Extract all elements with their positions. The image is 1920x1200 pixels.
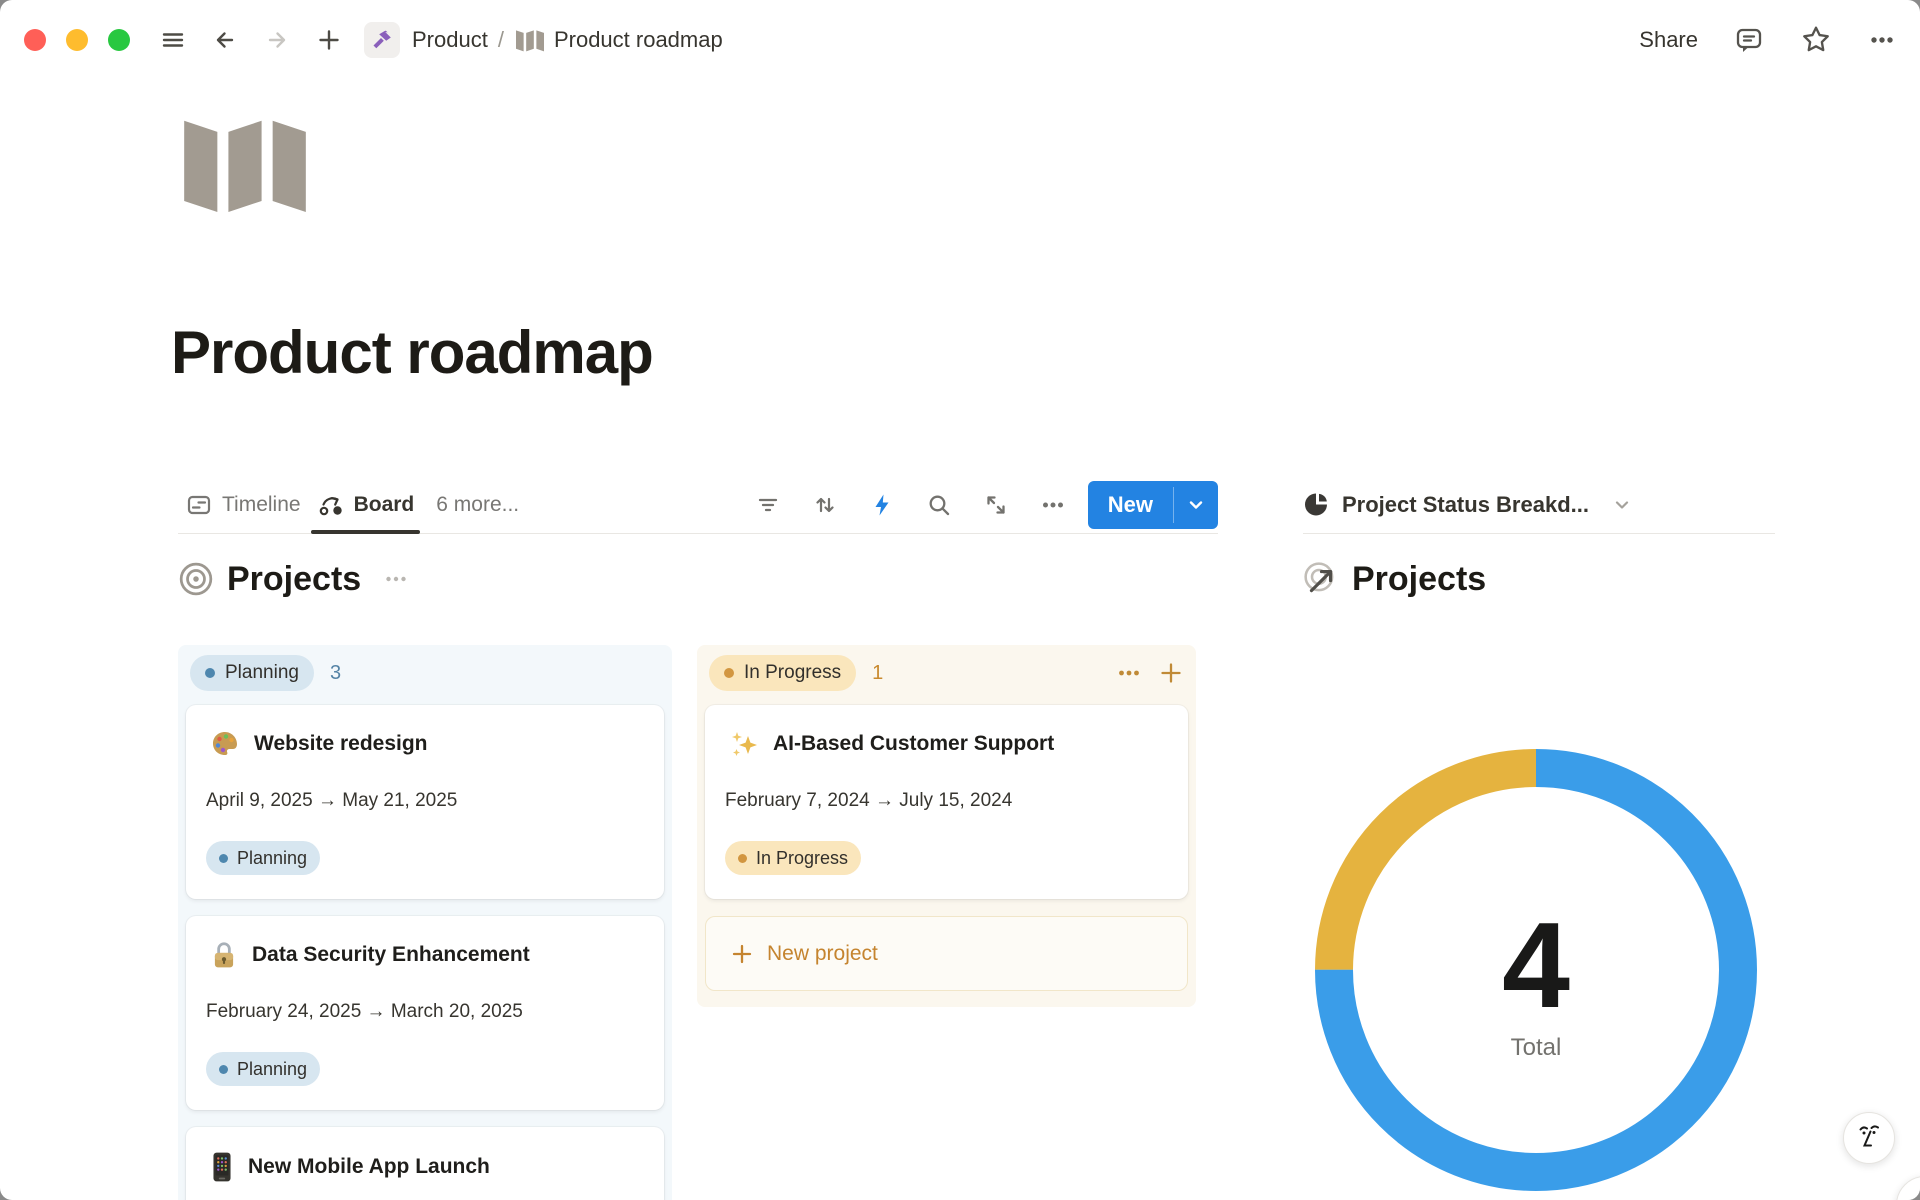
chart-toolbar: Project Status Breakd...	[1303, 476, 1775, 534]
zoom-button[interactable]	[108, 29, 130, 51]
card-date-range: February 24, 2025 → March 20, 2025	[206, 1000, 644, 1024]
hammer-icon	[371, 29, 393, 51]
artist-palette-icon	[210, 729, 240, 759]
card-status-label: In Progress	[756, 848, 848, 869]
more-options-icon[interactable]	[1868, 26, 1896, 54]
close-button[interactable]	[24, 29, 46, 51]
share-button[interactable]: Share	[1639, 27, 1698, 53]
card-title: New Mobile App Launch	[248, 1153, 490, 1181]
timeline-view-icon	[186, 492, 212, 518]
status-dot	[219, 854, 228, 863]
chart-section-header: Projects	[1303, 556, 1486, 602]
topbar-actions: Share	[1639, 24, 1896, 56]
tab-board[interactable]: Board	[309, 476, 423, 533]
plus-icon	[730, 942, 754, 966]
favorite-star-icon[interactable]	[1800, 24, 1832, 56]
chart-section-title: Projects	[1352, 560, 1486, 599]
page-title[interactable]: Product roadmap	[171, 318, 653, 387]
card-title: Website redesign	[254, 730, 428, 758]
card-status-tag: Planning	[206, 1052, 320, 1086]
mobile-phone-icon	[210, 1151, 234, 1183]
project-card-ai-support[interactable]: AI-Based Customer Support February 7, 20…	[705, 705, 1188, 899]
project-card-website-redesign[interactable]: Website redesign April 9, 2025 → May 21,…	[186, 705, 664, 899]
view-more-options-icon[interactable]	[1040, 492, 1066, 518]
view-toolbar: Timeline Board 6 more...	[178, 476, 1218, 534]
card-date-range: February 7, 2024 → July 15, 2024	[725, 789, 1168, 813]
status-dot	[219, 1065, 228, 1074]
status-dot	[738, 854, 747, 863]
filter-icon[interactable]	[755, 492, 781, 518]
card-date-range: April 9, 2025 → May 21, 2025	[206, 789, 644, 813]
group-pill-planning[interactable]: Planning	[190, 655, 314, 691]
card-status-label: Planning	[237, 1059, 307, 1080]
chart-view-selector-label: Project Status Breakd...	[1342, 492, 1589, 518]
more-views-link[interactable]: 6 more...	[436, 493, 519, 517]
status-dot	[205, 668, 215, 678]
group-label: In Progress	[744, 662, 841, 684]
automations-lightning-icon[interactable]	[869, 492, 895, 518]
project-card-mobile-app[interactable]: New Mobile App Launch May 1, 2025 → May …	[186, 1127, 664, 1200]
map-icon-small	[516, 29, 544, 52]
tab-timeline[interactable]: Timeline	[178, 476, 309, 533]
column-header-in-progress: In Progress 1	[705, 653, 1188, 693]
column-more-options-icon[interactable]	[1116, 660, 1142, 686]
chart-view-selector[interactable]: Project Status Breakd...	[1303, 491, 1633, 518]
window-topbar: Product / Product roadmap Share	[0, 0, 1920, 80]
new-project-label: New project	[767, 942, 878, 966]
notion-window: Product / Product roadmap Share	[0, 0, 1920, 1200]
forward-icon[interactable]	[260, 23, 294, 57]
board-column-in-progress: In Progress 1 AI-Based Customer Suppor	[697, 645, 1196, 1007]
comments-icon[interactable]	[1734, 25, 1764, 55]
floating-button-partial[interactable]	[1896, 1176, 1920, 1200]
sidebar-toggle-icon[interactable]	[156, 23, 190, 57]
new-button-label: New	[1088, 481, 1173, 529]
board-section-title: Projects	[227, 560, 361, 599]
column-count: 3	[330, 662, 341, 685]
new-tab-icon[interactable]	[312, 23, 346, 57]
column-add-card-icon[interactable]	[1158, 660, 1184, 686]
back-icon[interactable]	[208, 23, 242, 57]
column-count: 1	[872, 662, 883, 685]
card-title: Data Security Enhancement	[252, 941, 530, 969]
status-dot	[724, 668, 734, 678]
column-header-actions	[1116, 660, 1184, 686]
tab-board-label: Board	[354, 493, 415, 517]
minimize-button[interactable]	[66, 29, 88, 51]
expand-icon[interactable]	[983, 492, 1009, 518]
linked-target-arrow-icon	[1303, 561, 1339, 597]
workspace-icon[interactable]	[364, 22, 400, 58]
board-section-header: Projects	[178, 556, 408, 602]
page-icon-map[interactable]	[184, 118, 306, 212]
tab-timeline-label: Timeline	[222, 493, 301, 517]
lock-icon	[210, 940, 238, 970]
pie-chart-icon	[1303, 491, 1330, 518]
board-column-planning: Planning 3 Website redesign April 9, 202…	[178, 645, 672, 1200]
card-status-tag: Planning	[206, 841, 320, 875]
new-button[interactable]: New	[1088, 481, 1218, 529]
board-section-menu-icon[interactable]	[384, 567, 408, 591]
breadcrumb-current[interactable]: Product roadmap	[554, 27, 723, 53]
board-view-icon	[317, 491, 344, 518]
notion-ai-face-button[interactable]	[1843, 1112, 1895, 1164]
new-project-button[interactable]: New project	[705, 916, 1188, 991]
target-icon	[178, 561, 214, 597]
sparkles-icon	[729, 729, 759, 759]
traffic-lights	[24, 29, 130, 51]
card-status-label: Planning	[237, 848, 307, 869]
project-card-data-security[interactable]: Data Security Enhancement February 24, 2…	[186, 916, 664, 1110]
card-status-tag: In Progress	[725, 841, 861, 875]
group-pill-in-progress[interactable]: In Progress	[709, 655, 856, 691]
chart-selector-chevron-down-icon	[1611, 494, 1633, 516]
ai-face-icon	[1854, 1121, 1884, 1155]
group-label: Planning	[225, 662, 299, 684]
new-button-chevron-down-icon[interactable]	[1174, 481, 1218, 529]
search-icon[interactable]	[926, 492, 952, 518]
column-header-planning: Planning 3	[186, 653, 664, 693]
status-donut-chart	[1306, 740, 1766, 1200]
breadcrumb-root[interactable]: Product	[412, 27, 488, 53]
view-actions	[755, 492, 1066, 518]
breadcrumb-separator: /	[498, 27, 504, 53]
sort-icon[interactable]	[812, 492, 838, 518]
card-title: AI-Based Customer Support	[773, 730, 1054, 758]
